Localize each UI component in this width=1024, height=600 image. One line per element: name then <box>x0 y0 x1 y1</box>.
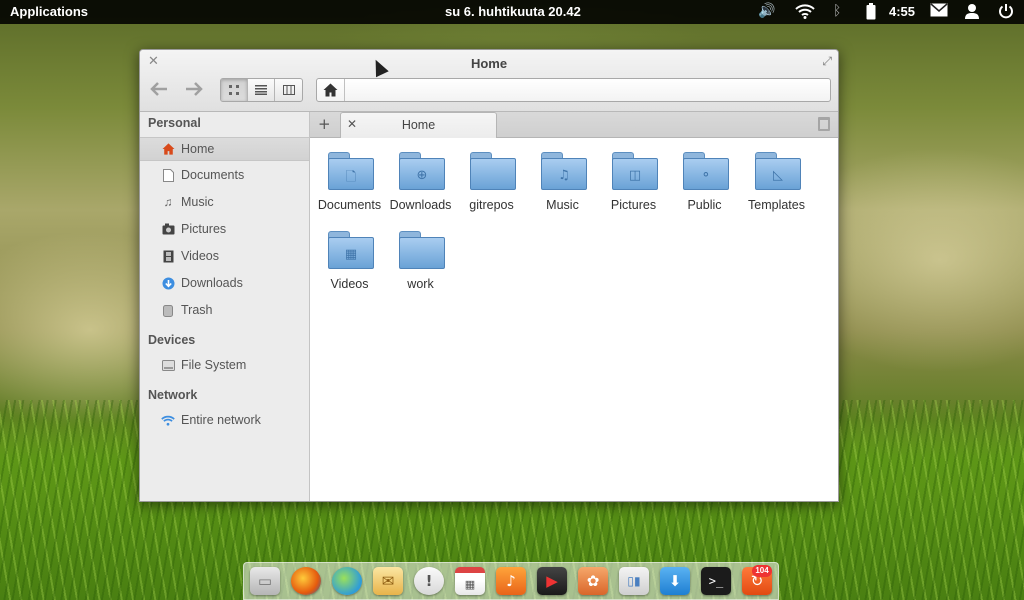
sidebar-item-trash[interactable]: Trash <box>140 299 309 323</box>
folder-public[interactable]: ⚬ Public <box>669 146 740 221</box>
browser-dock-icon[interactable] <box>332 567 362 595</box>
view-mode-switcher <box>220 78 303 102</box>
notifications-dock-icon[interactable]: ! <box>414 567 444 595</box>
sidebar-item-pictures[interactable]: Pictures <box>140 218 309 242</box>
folder-downloads[interactable]: ⊕ Downloads <box>385 146 456 221</box>
battery-time: 4:55 <box>889 4 916 19</box>
columns-icon <box>282 85 295 95</box>
grid-icon <box>229 85 239 95</box>
update-count-badge: 104 <box>752 565 772 577</box>
maximize-icon[interactable]: ⤢ <box>822 54 832 69</box>
trash-icon <box>161 303 175 317</box>
terminal-dock-icon[interactable]: >_ <box>701 567 731 595</box>
drive-icon <box>161 358 175 372</box>
folder-icon: 🗋 <box>328 152 374 190</box>
folder-icon <box>470 152 516 190</box>
closed-tabs-trash-icon[interactable] <box>818 117 830 131</box>
home-icon[interactable] <box>317 79 345 101</box>
network-icon <box>161 413 175 427</box>
sidebar-item-entire-network[interactable]: Entire network <box>140 409 309 433</box>
battery-icon[interactable] <box>866 3 876 24</box>
column-view-button[interactable] <box>275 79 302 101</box>
wifi-icon[interactable] <box>795 3 815 23</box>
home-icon <box>161 142 175 156</box>
clock[interactable]: su 6. huhtikuuta 20.42 <box>445 4 581 19</box>
sidebar-item-file-system[interactable]: File System <box>140 354 309 378</box>
folder-work[interactable]: work <box>385 225 456 300</box>
folder-icon: ◺ <box>755 152 801 190</box>
file-manager-window: ✕ Home ⤢ Personal Home Documents ♫ Music… <box>139 49 839 502</box>
window-titlebar[interactable]: ✕ Home ⤢ <box>140 50 838 112</box>
tab-home[interactable]: ✕ Home <box>340 112 497 138</box>
firefox-dock-icon[interactable] <box>291 567 321 595</box>
folder-music[interactable]: ♫ Music <box>527 146 598 221</box>
folder-pictures[interactable]: ◫ Pictures <box>598 146 669 221</box>
file-view: 🗋 Documents ⊕ Downloads gitrepos ♫ Music… <box>310 139 838 501</box>
music-dock-icon[interactable]: ♪ <box>496 567 526 595</box>
sidebar-item-documents[interactable]: Documents <box>140 164 309 188</box>
tab-bar: + ✕ Home <box>310 112 838 138</box>
folder-icon <box>399 231 445 269</box>
back-arrow-icon[interactable] <box>150 80 168 101</box>
folder-icon: ◫ <box>612 152 658 190</box>
top-panel: Applications su 6. huhtikuuta 20.42 🔊 ᛒ … <box>0 0 1024 24</box>
switchboard-dock-icon[interactable]: ▯▮ <box>619 567 649 595</box>
folder-templates[interactable]: ◺ Templates <box>741 146 812 221</box>
folder-documents[interactable]: 🗋 Documents <box>314 146 385 221</box>
sidebar-section-personal: Personal <box>148 116 201 130</box>
music-icon: ♫ <box>163 195 173 209</box>
sidebar-section-devices: Devices <box>148 333 196 347</box>
folder-videos[interactable]: ▦ Videos <box>314 225 385 300</box>
downloads-icon <box>161 276 175 290</box>
location-bar[interactable] <box>316 78 831 102</box>
sidebar-item-home[interactable]: Home <box>140 137 309 161</box>
power-icon[interactable] <box>998 3 1014 23</box>
sidebar-section-network: Network <box>148 388 198 402</box>
applications-menu[interactable]: Applications <box>10 4 88 19</box>
window-title: Home <box>470 56 508 71</box>
document-icon <box>161 168 175 182</box>
mail-icon[interactable] <box>930 3 948 21</box>
volume-icon[interactable]: 🔊 <box>758 3 775 19</box>
shotwell-dock-icon[interactable]: ✿ <box>578 567 608 595</box>
pictures-icon <box>161 222 175 236</box>
files-dock-icon[interactable]: ▭ <box>250 567 280 595</box>
new-tab-icon[interactable]: + <box>318 115 331 133</box>
calendar-dock-icon[interactable]: ▦ <box>455 567 485 595</box>
list-icon <box>255 85 267 95</box>
sidebar-item-videos[interactable]: Videos <box>140 245 309 269</box>
videos-icon <box>161 249 175 263</box>
sidebar: Personal Home Documents ♫ Music Pictures… <box>140 112 310 501</box>
folder-icon: ▦ <box>328 231 374 269</box>
downloads-dock-icon[interactable]: ⬇ <box>660 567 690 595</box>
folder-icon: ⊕ <box>399 152 445 190</box>
videos-dock-icon[interactable]: ▶ <box>537 567 567 595</box>
folder-icon: ⚬ <box>683 152 729 190</box>
tab-label: Home <box>401 118 436 132</box>
user-icon[interactable] <box>964 3 980 23</box>
sidebar-item-music[interactable]: ♫ Music <box>140 191 309 215</box>
folder-gitrepos[interactable]: gitrepos <box>456 146 527 221</box>
mail-dock-icon[interactable]: ✉ <box>373 567 403 595</box>
icon-view-button[interactable] <box>221 79 248 101</box>
list-view-button[interactable] <box>248 79 275 101</box>
sidebar-item-downloads[interactable]: Downloads <box>140 272 309 296</box>
folder-icon: ♫ <box>541 152 587 190</box>
bluetooth-icon[interactable]: ᛒ <box>833 3 841 19</box>
forward-arrow-icon[interactable] <box>185 80 203 101</box>
